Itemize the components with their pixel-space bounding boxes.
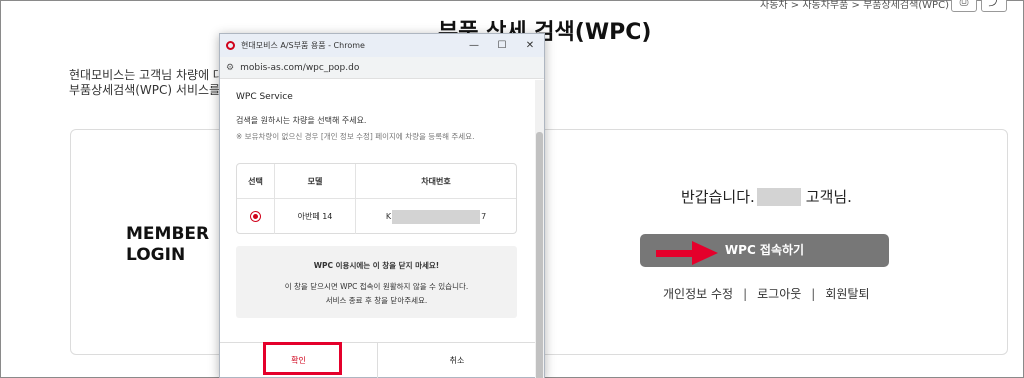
vin-masked xyxy=(392,209,481,224)
close-icon[interactable]: ✕ xyxy=(516,40,544,51)
vehicle-radio[interactable] xyxy=(250,211,261,222)
breadcrumb: 자동차 > 자동차부품 > 부품상세검색(WPC) xyxy=(760,0,949,11)
member-login-title: MEMBER LOGIN xyxy=(126,224,210,265)
popup-window-title: 현대모비스 A/S부품 용품 - Chrome xyxy=(241,41,365,50)
radio-dot xyxy=(253,214,258,219)
scrollbar-thumb[interactable] xyxy=(536,132,543,378)
confirm-highlight-box xyxy=(263,342,342,375)
select-cell xyxy=(237,199,275,234)
intro-text-line2: 부품상세검색(WPC) 서비스를 제 xyxy=(69,83,235,97)
greeting: 반갑습니다. 고객님. xyxy=(681,186,852,207)
print-icon[interactable]: ⎙ xyxy=(951,0,977,12)
maximize-icon[interactable]: ☐ xyxy=(488,40,516,51)
table-row[interactable]: 아반떼 14 K 7 xyxy=(237,199,516,234)
notice-title: WPC 이용시에는 이 창을 닫지 마세요! xyxy=(313,261,440,270)
header-vin: 차대번호 xyxy=(421,176,451,186)
vehicle-table: 선택 모델 차대번호 아반떼 14 K 7 xyxy=(236,163,517,234)
site-info-icon[interactable]: ⚙ xyxy=(226,63,234,73)
red-arrow-icon xyxy=(656,241,718,265)
link-separator: | xyxy=(811,287,816,301)
account-links: 개인정보 수정 | 로그아웃 | 회원탈퇴 xyxy=(663,285,870,302)
table-header-row: 선택 모델 차대번호 xyxy=(237,164,516,199)
minimize-icon[interactable]: — xyxy=(460,40,488,51)
vehicle-select-instruction: 검색을 원하시는 차량을 선택해 주세요. xyxy=(236,116,367,125)
notice-line1: 이 창을 닫으시면 WPC 접속이 원활하지 않을 수 있습니다. xyxy=(284,282,469,291)
popup-scrollbar[interactable] xyxy=(535,80,544,378)
masked-username xyxy=(756,187,801,206)
vin-end: 7 xyxy=(481,212,487,221)
popup-url-bar[interactable]: ⚙ mobis-as.com/wpc_pop.do xyxy=(220,57,544,79)
logout-link[interactable]: 로그아웃 xyxy=(757,287,801,301)
popup-content: WPC Service 검색을 원하시는 차량을 선택해 주세요. ※ 보유차량… xyxy=(220,80,536,378)
popup-url: mobis-as.com/wpc_pop.do xyxy=(240,62,360,73)
popup-titlebar[interactable]: 현대모비스 A/S부품 용품 - Chrome — ☐ ✕ xyxy=(220,34,544,57)
edit-profile-link[interactable]: 개인정보 수정 xyxy=(663,287,733,301)
greeting-suffix: 고객님. xyxy=(805,188,852,206)
chrome-favicon-icon xyxy=(226,41,235,50)
vin-cell: K 7 xyxy=(356,199,516,234)
header-model: 모델 xyxy=(275,164,356,198)
share-icon[interactable]: ⤴ xyxy=(981,0,1007,12)
link-separator: | xyxy=(743,287,748,301)
vin-start: K xyxy=(385,212,392,221)
cancel-button[interactable]: 취소 xyxy=(378,343,536,378)
header-select: 선택 xyxy=(237,164,275,198)
wpc-popup-window: 현대모비스 A/S부품 용품 - Chrome — ☐ ✕ ⚙ mobis-as… xyxy=(219,33,545,378)
withdraw-link[interactable]: 회원탈퇴 xyxy=(825,287,869,301)
wpc-service-label: WPC Service xyxy=(236,92,293,102)
notice-line2: 서비스 종료 후 창을 닫아주세요. xyxy=(325,296,428,305)
vehicle-register-note: ※ 보유차량이 없으신 경우 [개인 정보 수정] 페이지에 차량을 등록해 주… xyxy=(236,132,475,141)
greeting-prefix: 반갑습니다. xyxy=(681,188,755,206)
model-cell: 아반떼 14 xyxy=(275,199,356,234)
notice-box: WPC 이용시에는 이 창을 닫지 마세요! 이 창을 닫으시면 WPC 접속이… xyxy=(236,246,517,318)
